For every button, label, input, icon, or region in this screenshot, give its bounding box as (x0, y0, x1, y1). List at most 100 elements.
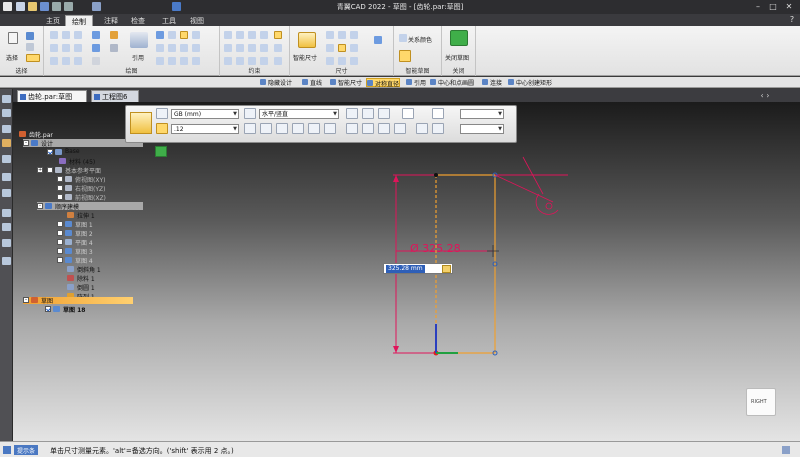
help-icon[interactable]: ? (786, 14, 798, 25)
tab-draw[interactable]: 绘制 (65, 15, 93, 26)
tab-annotate[interactable]: 注释 (98, 15, 124, 26)
view-cube[interactable]: RIGHT (746, 388, 776, 416)
reference-icon[interactable] (130, 32, 148, 48)
dimension-edit-box[interactable]: 325.28 mm (383, 263, 453, 274)
select-arrow-icon[interactable] (8, 32, 18, 44)
dimension-style-icon[interactable] (338, 44, 346, 52)
connect-icon[interactable] (224, 31, 232, 39)
horizontal-vertical-icon[interactable] (236, 31, 244, 39)
dimension-axis-icon[interactable] (326, 57, 334, 65)
point-icon[interactable] (74, 44, 82, 52)
project-icon[interactable] (168, 31, 176, 39)
scale-icon[interactable] (192, 57, 200, 65)
minimize-button[interactable]: – (752, 1, 764, 12)
select-label[interactable]: 选择 (6, 53, 18, 62)
help-panel-icon[interactable] (2, 223, 11, 231)
relation-assist-icon[interactable] (260, 57, 268, 65)
text-profile-icon[interactable] (168, 57, 176, 65)
dimension-value-input[interactable]: 325.28 mm (386, 265, 425, 273)
concentric-icon[interactable] (224, 57, 232, 65)
angle-icon[interactable] (338, 31, 346, 39)
status-expand-icon[interactable] (782, 446, 790, 454)
rectangle-icon[interactable] (50, 57, 58, 65)
midpoint-icon[interactable] (236, 44, 244, 52)
rigid-icon[interactable] (236, 57, 244, 65)
distance-icon[interactable] (326, 31, 334, 39)
tab-tools[interactable]: 工具 (156, 15, 182, 26)
fillet-icon[interactable] (74, 57, 82, 65)
construction-icon[interactable] (156, 57, 164, 65)
lock-icon[interactable] (274, 31, 282, 39)
sensors-icon[interactable] (2, 189, 11, 197)
collinear-icon[interactable] (248, 44, 256, 52)
cmd-reference[interactable]: 引用 (406, 78, 426, 87)
symmetric-diameter-icon[interactable] (326, 44, 334, 52)
doc-tab-gear[interactable]: 齿轮.par:草图 (17, 90, 87, 102)
close-window-button[interactable]: ✕ (783, 1, 795, 12)
close-sketch-check-icon[interactable] (450, 30, 468, 46)
relationships-icon[interactable] (2, 257, 11, 265)
tab-view[interactable]: 视图 (184, 15, 210, 26)
feature-library-icon[interactable] (2, 173, 11, 181)
keypoint-top-left[interactable] (434, 173, 438, 177)
fill-icon[interactable] (156, 31, 164, 39)
maximize-button[interactable]: □ (767, 1, 779, 12)
circle-icon[interactable] (50, 44, 58, 52)
relation-color-icon[interactable] (399, 34, 407, 42)
layers-icon[interactable] (2, 125, 11, 133)
section-icon[interactable] (168, 44, 176, 52)
dimension-lock-icon[interactable] (338, 57, 346, 65)
select-options-icon[interactable] (26, 43, 34, 51)
split-icon[interactable] (192, 44, 200, 52)
cmd-connect[interactable]: 连接 (482, 78, 502, 87)
parallel-icon[interactable] (248, 31, 256, 39)
symmetric-icon[interactable] (260, 44, 268, 52)
intersect-icon[interactable] (180, 44, 188, 52)
doc-tab-drawing[interactable]: 工程图6 (91, 90, 139, 102)
dimension-more-icon[interactable] (374, 36, 382, 44)
pattern-icon[interactable] (180, 57, 188, 65)
properties-icon[interactable] (2, 239, 11, 247)
fill-pattern-icon[interactable] (156, 44, 164, 52)
include-icon[interactable] (180, 31, 188, 39)
select-filter-icon[interactable] (26, 32, 34, 40)
tabs-dropdown-icon[interactable]: ‹ › 9 (759, 90, 771, 111)
intellisketch-icon[interactable] (399, 50, 411, 62)
perpendicular-icon[interactable] (224, 44, 232, 52)
cmd-smart-dimension[interactable]: 智能尺寸 (330, 78, 362, 87)
tools-icon[interactable] (2, 155, 11, 163)
equal-icon[interactable] (274, 44, 282, 52)
variables-icon[interactable] (2, 209, 11, 217)
cmd-symmetric-diameter[interactable]: 对称直径 (366, 78, 401, 88)
smart-dimension-label[interactable]: 智能尺寸 (293, 53, 317, 62)
graphics-window[interactable]: 齿轮.par – 设计 Base 材料 (45) + 基本参考平面 俯视图(XY… (13, 102, 800, 441)
ellipse-icon[interactable] (62, 44, 70, 52)
line-icon[interactable] (50, 31, 58, 39)
polygon-icon[interactable] (62, 57, 70, 65)
family-icon[interactable] (2, 139, 11, 147)
offset-icon[interactable] (110, 31, 118, 39)
move-icon[interactable] (92, 57, 100, 65)
relation-color-label[interactable]: 关系颜色 (408, 35, 432, 44)
auto-dimension-icon[interactable] (350, 57, 358, 65)
reference-label[interactable]: 引用 (132, 53, 144, 62)
pathfinder-icon[interactable] (2, 95, 11, 103)
close-sketch-label[interactable]: 关闭草图 (445, 53, 469, 62)
library-icon[interactable] (2, 109, 11, 117)
cmd-center-point-circle[interactable]: 中心和点画圆 (430, 78, 474, 87)
tab-home[interactable]: 主页 (40, 15, 66, 26)
select-highlight-icon[interactable] (26, 54, 40, 62)
tangent-icon[interactable] (260, 31, 268, 39)
tab-inspect[interactable]: 检查 (125, 15, 151, 26)
cmd-hide-design[interactable]: 隐藏设计 (260, 78, 292, 87)
extend-icon[interactable] (92, 44, 100, 52)
fix-icon[interactable] (248, 57, 256, 65)
wrap-icon[interactable] (192, 31, 200, 39)
dimension-lock-button[interactable] (442, 265, 451, 273)
mirror-icon[interactable] (110, 44, 118, 52)
coordinate-icon[interactable] (350, 31, 358, 39)
cmd-center-rectangle[interactable]: 中心创建矩形 (508, 78, 552, 87)
relation-handle-icon[interactable] (274, 57, 282, 65)
arc-icon[interactable] (62, 31, 70, 39)
cmd-line[interactable]: 直线 (302, 78, 322, 87)
